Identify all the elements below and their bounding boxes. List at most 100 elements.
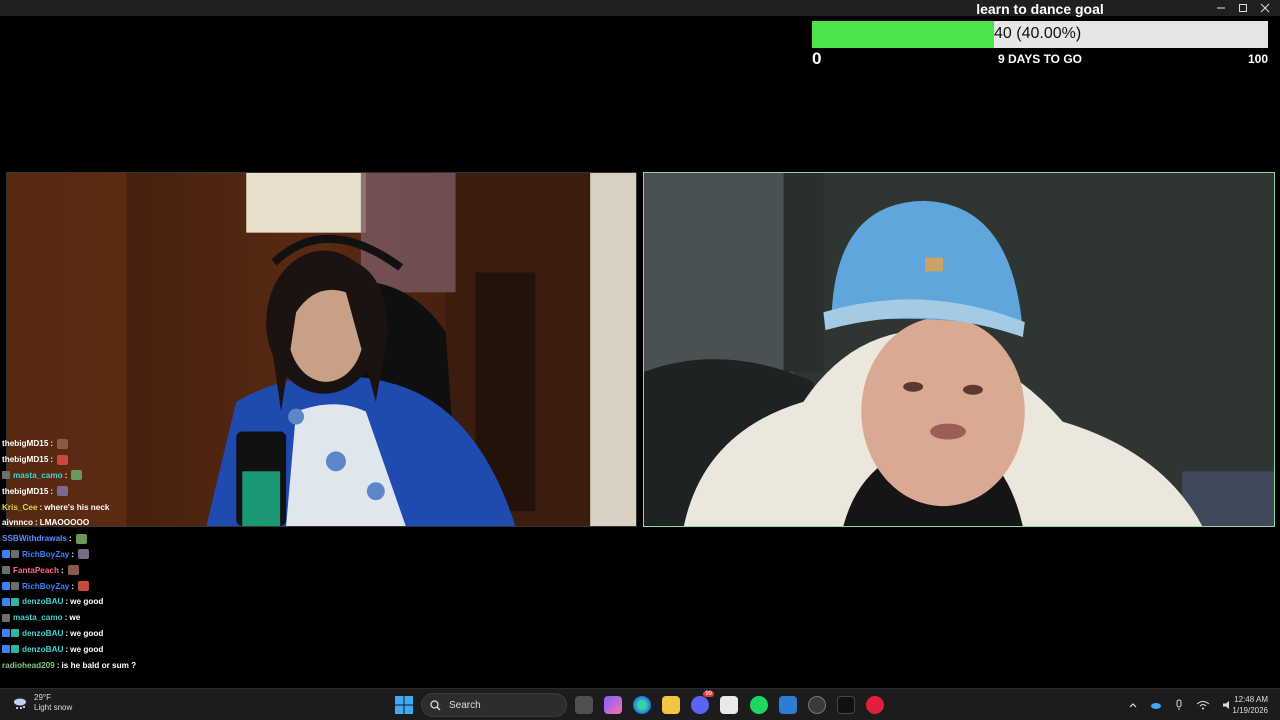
chat-badges bbox=[2, 629, 19, 638]
chat-username[interactable]: Kris_Cee bbox=[2, 503, 38, 512]
vip-badge-icon bbox=[2, 629, 10, 638]
chat-emote-icon bbox=[75, 533, 87, 544]
chevron-up-icon[interactable] bbox=[1128, 700, 1138, 710]
chat-text: LMAOOOOO bbox=[39, 518, 90, 528]
goal-progress-text: 40 (40.00%) bbox=[994, 25, 1082, 42]
chat-username[interactable]: denzoBAU bbox=[22, 629, 63, 638]
chat-message: SSBWithdrawals: bbox=[2, 531, 242, 547]
chat-message: RichBoyZay: bbox=[2, 547, 242, 563]
chat-text: is he bald or sum ? bbox=[61, 660, 137, 670]
chat-separator: : bbox=[71, 549, 75, 559]
weather-widget[interactable]: 29°F Light snow bbox=[12, 693, 72, 713]
obs-icon[interactable] bbox=[808, 696, 826, 714]
chat-separator: : bbox=[64, 470, 68, 480]
goal-progress-bar: 40 (40.00%) bbox=[812, 21, 1268, 48]
search-label: Search bbox=[449, 699, 481, 711]
chat-username[interactable]: radiohead209 bbox=[2, 661, 55, 670]
chat-separator: : bbox=[65, 644, 69, 654]
sub-badge-icon bbox=[2, 613, 10, 622]
chat-message: denzoBAU: we good bbox=[2, 594, 242, 610]
chat-badges bbox=[2, 597, 19, 606]
chat-message: masta_camo: we bbox=[2, 610, 242, 626]
chat-message: masta_camo: bbox=[2, 468, 242, 484]
taskbar: 29°F Light snow Search 99 12:48 AM 1/19/… bbox=[0, 688, 1280, 720]
chat-emote-icon bbox=[57, 486, 69, 497]
chat-message: thebigMD15: bbox=[2, 436, 242, 452]
vip-badge-icon bbox=[2, 645, 10, 654]
chat-username[interactable]: masta_camo bbox=[13, 613, 63, 622]
chat-emote-icon bbox=[57, 454, 69, 465]
snow-cloud-icon bbox=[14, 698, 26, 709]
gift-badge-icon bbox=[11, 629, 19, 638]
chat-separator: : bbox=[34, 518, 38, 528]
chat-separator: : bbox=[56, 660, 60, 670]
discord-badge: 99 bbox=[703, 691, 714, 697]
chat-text: we good bbox=[70, 628, 104, 638]
gift-badge-icon bbox=[11, 645, 19, 654]
chat-username[interactable]: RichBoyZay bbox=[22, 550, 69, 559]
chat-text: we good bbox=[70, 597, 104, 607]
chat-username[interactable]: masta_camo bbox=[13, 471, 63, 480]
mail-icon[interactable] bbox=[779, 696, 797, 714]
vip-badge-icon bbox=[2, 550, 10, 559]
chat-separator: : bbox=[50, 439, 54, 449]
sub-badge-icon bbox=[2, 471, 10, 480]
chat-separator: : bbox=[50, 486, 54, 496]
chat-overlay: thebigMD15: thebigMD15: masta_camo: thebigM… bbox=[2, 436, 242, 686]
weather-desc: Light snow bbox=[34, 703, 73, 712]
chat-username[interactable]: SSBWithdrawals bbox=[2, 534, 67, 543]
file-explorer-icon[interactable] bbox=[575, 696, 593, 714]
weather-text: 29°F Light snow bbox=[34, 693, 72, 713]
guest-webcam bbox=[643, 172, 1275, 527]
chat-separator: : bbox=[60, 565, 64, 575]
sub-badge-icon bbox=[11, 550, 19, 559]
guest-video-frame bbox=[644, 173, 1274, 526]
chat-username[interactable]: thebigMD15 bbox=[2, 487, 48, 496]
system-clock[interactable]: 12:48 AM 1/19/2026 bbox=[1232, 694, 1268, 716]
chat-badges bbox=[2, 613, 10, 622]
chat-text: we bbox=[69, 613, 81, 623]
chat-message: aivnnco: LMAOOOOO bbox=[2, 515, 242, 531]
opera-icon[interactable] bbox=[866, 696, 884, 714]
chat-badges bbox=[2, 550, 19, 559]
chat-message: thebigMD15: bbox=[2, 452, 242, 468]
cloud-icon[interactable] bbox=[1150, 700, 1162, 710]
chat-username[interactable]: thebigMD15 bbox=[2, 439, 48, 448]
chat-message: denzoBAU: we good bbox=[2, 626, 242, 642]
chat-message: radiohead209: is he bald or sum ? bbox=[2, 657, 242, 673]
folder-icon[interactable] bbox=[662, 696, 680, 714]
chat-username[interactable]: RichBoyZay bbox=[22, 582, 69, 591]
chat-separator: : bbox=[64, 613, 68, 623]
chat-message: FantaPeach: bbox=[2, 562, 242, 578]
chat-message: denzoBAU: we good bbox=[2, 641, 242, 657]
discord-icon[interactable]: 99 bbox=[691, 691, 714, 714]
copilot-icon[interactable] bbox=[604, 696, 622, 714]
wifi-icon[interactable] bbox=[1196, 700, 1210, 710]
tiktok-icon[interactable] bbox=[837, 696, 855, 714]
store-icon[interactable] bbox=[720, 696, 738, 714]
taskbar-search-box[interactable]: Search bbox=[421, 693, 567, 717]
chat-username[interactable]: thebigMD15 bbox=[2, 455, 48, 464]
chat-badges bbox=[2, 471, 10, 480]
weather-temp: 29°F bbox=[34, 693, 51, 702]
chat-separator: : bbox=[71, 581, 75, 591]
microphone-icon[interactable] bbox=[1174, 699, 1184, 711]
chat-separator: : bbox=[50, 455, 54, 465]
chat-separator: : bbox=[39, 502, 43, 512]
spotify-icon[interactable] bbox=[750, 696, 768, 714]
start-button[interactable] bbox=[395, 696, 413, 714]
chat-separator: : bbox=[65, 628, 69, 638]
gift-badge-icon bbox=[11, 597, 19, 606]
chat-emote-icon bbox=[78, 581, 90, 592]
chat-username[interactable]: denzoBAU bbox=[22, 645, 63, 654]
chat-username[interactable]: FantaPeach bbox=[13, 566, 59, 575]
chat-username[interactable]: aivnnco bbox=[2, 518, 33, 527]
goal-max-value: 100 bbox=[1247, 52, 1268, 66]
goal-progress-fill bbox=[812, 21, 995, 48]
edge-icon[interactable] bbox=[633, 696, 651, 714]
clock-date: 1/19/2026 bbox=[1232, 706, 1268, 715]
chat-separator: : bbox=[68, 534, 72, 544]
chat-badges bbox=[2, 566, 10, 575]
goal-days-left: 9 DAYS TO GO bbox=[997, 52, 1083, 66]
chat-username[interactable]: denzoBAU bbox=[22, 597, 63, 606]
